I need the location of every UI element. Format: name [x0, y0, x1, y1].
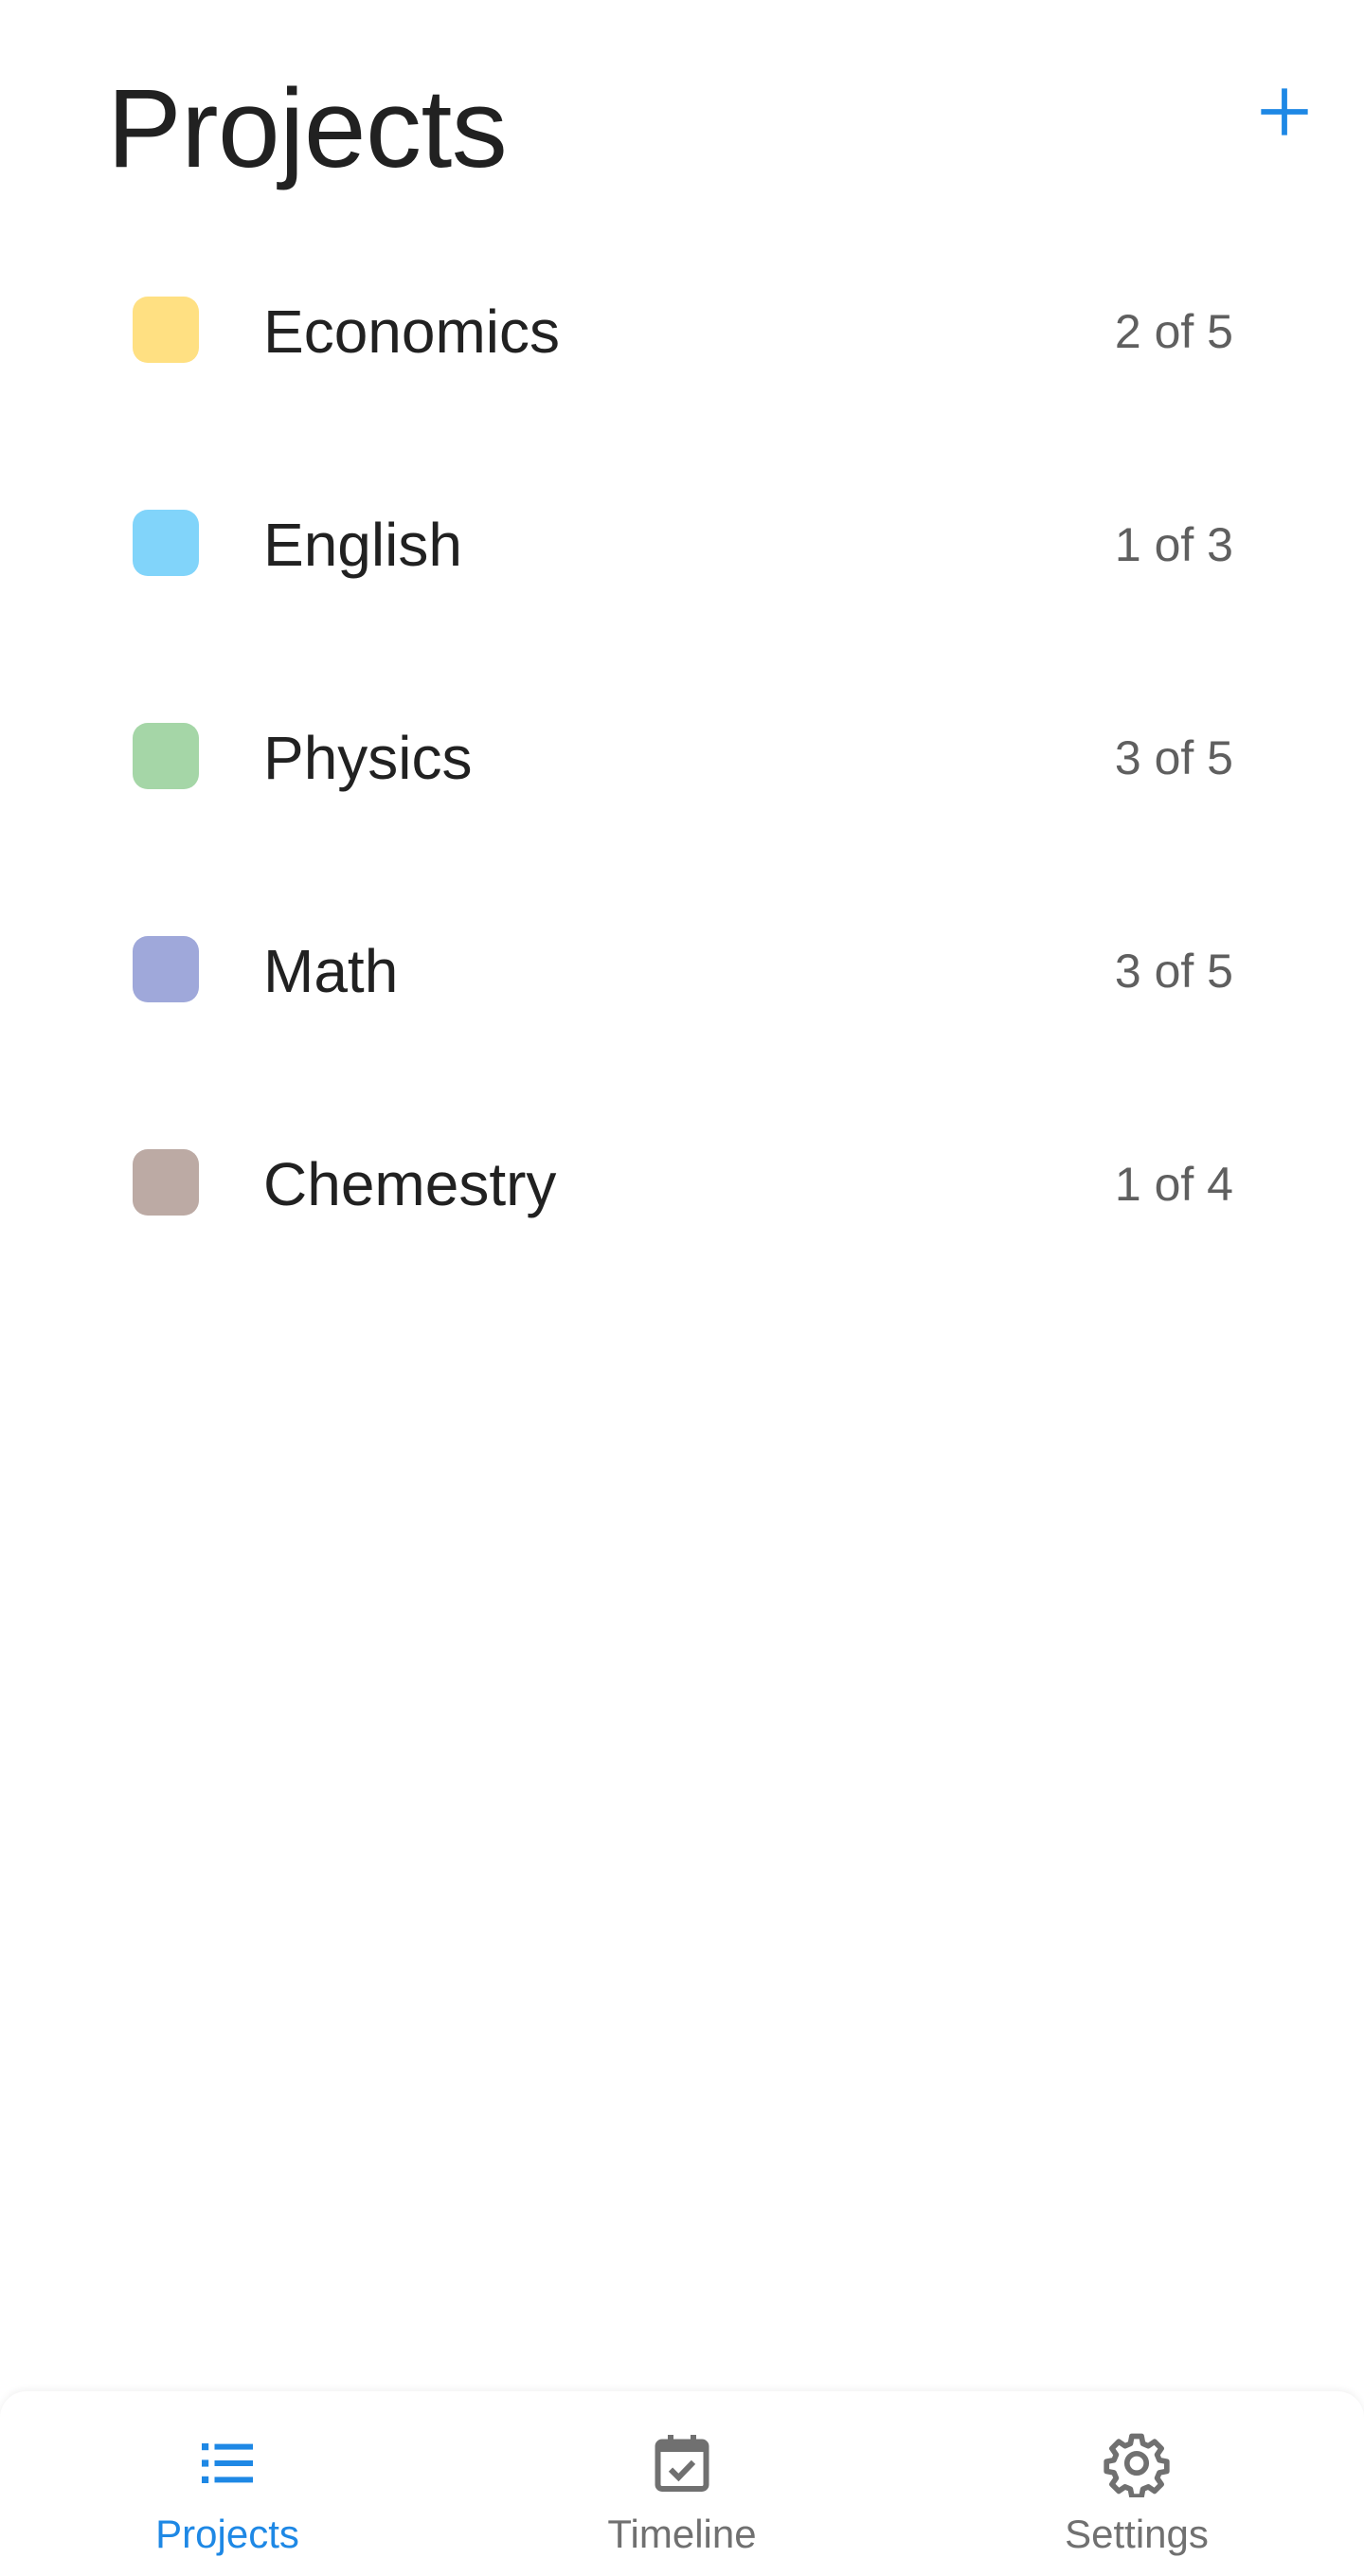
project-color-swatch — [133, 510, 199, 576]
add-project-button[interactable] — [1231, 59, 1337, 165]
list-item[interactable]: Economics 2 of 5 — [0, 237, 1364, 450]
project-name: Physics — [263, 724, 473, 792]
project-name: Math — [263, 937, 399, 1005]
project-color-swatch — [133, 723, 199, 789]
project-color-swatch — [133, 1149, 199, 1216]
plus-icon — [1261, 88, 1308, 135]
project-progress-count: 3 of 5 — [1114, 945, 1233, 998]
project-color-swatch — [133, 936, 199, 1002]
project-name: Economics — [263, 297, 560, 366]
project-progress-count: 1 of 4 — [1114, 1158, 1233, 1211]
nav-tab-projects[interactable]: Projects — [0, 2391, 455, 2576]
list-item[interactable]: English 1 of 3 — [0, 450, 1364, 663]
nav-label: Timeline — [607, 2512, 757, 2556]
projects-screen: Projects Economics 2 of 5 English 1 of 3… — [0, 0, 1364, 2576]
bottom-navigation: Projects Timeline Settings — [0, 2391, 1364, 2576]
nav-tab-timeline[interactable]: Timeline — [455, 2391, 909, 2576]
list-item[interactable]: Physics 3 of 5 — [0, 663, 1364, 876]
calendar-check-icon — [644, 2425, 720, 2501]
project-list: Economics 2 of 5 English 1 of 3 Physics … — [0, 237, 1364, 1303]
gear-icon — [1099, 2425, 1175, 2501]
nav-label: Settings — [1065, 2512, 1209, 2556]
project-name: Chemestry — [263, 1150, 557, 1218]
list-icon — [189, 2425, 265, 2501]
project-progress-count: 1 of 3 — [1114, 518, 1233, 571]
page-title: Projects — [107, 66, 508, 191]
list-item[interactable]: Math 3 of 5 — [0, 876, 1364, 1090]
project-progress-count: 3 of 5 — [1114, 731, 1233, 784]
list-item[interactable]: Chemestry 1 of 4 — [0, 1090, 1364, 1303]
project-progress-count: 2 of 5 — [1114, 305, 1233, 358]
project-name: English — [263, 511, 462, 579]
nav-tab-settings[interactable]: Settings — [909, 2391, 1364, 2576]
project-color-swatch — [133, 297, 199, 363]
header: Projects — [0, 0, 1364, 246]
nav-label: Projects — [155, 2512, 299, 2556]
